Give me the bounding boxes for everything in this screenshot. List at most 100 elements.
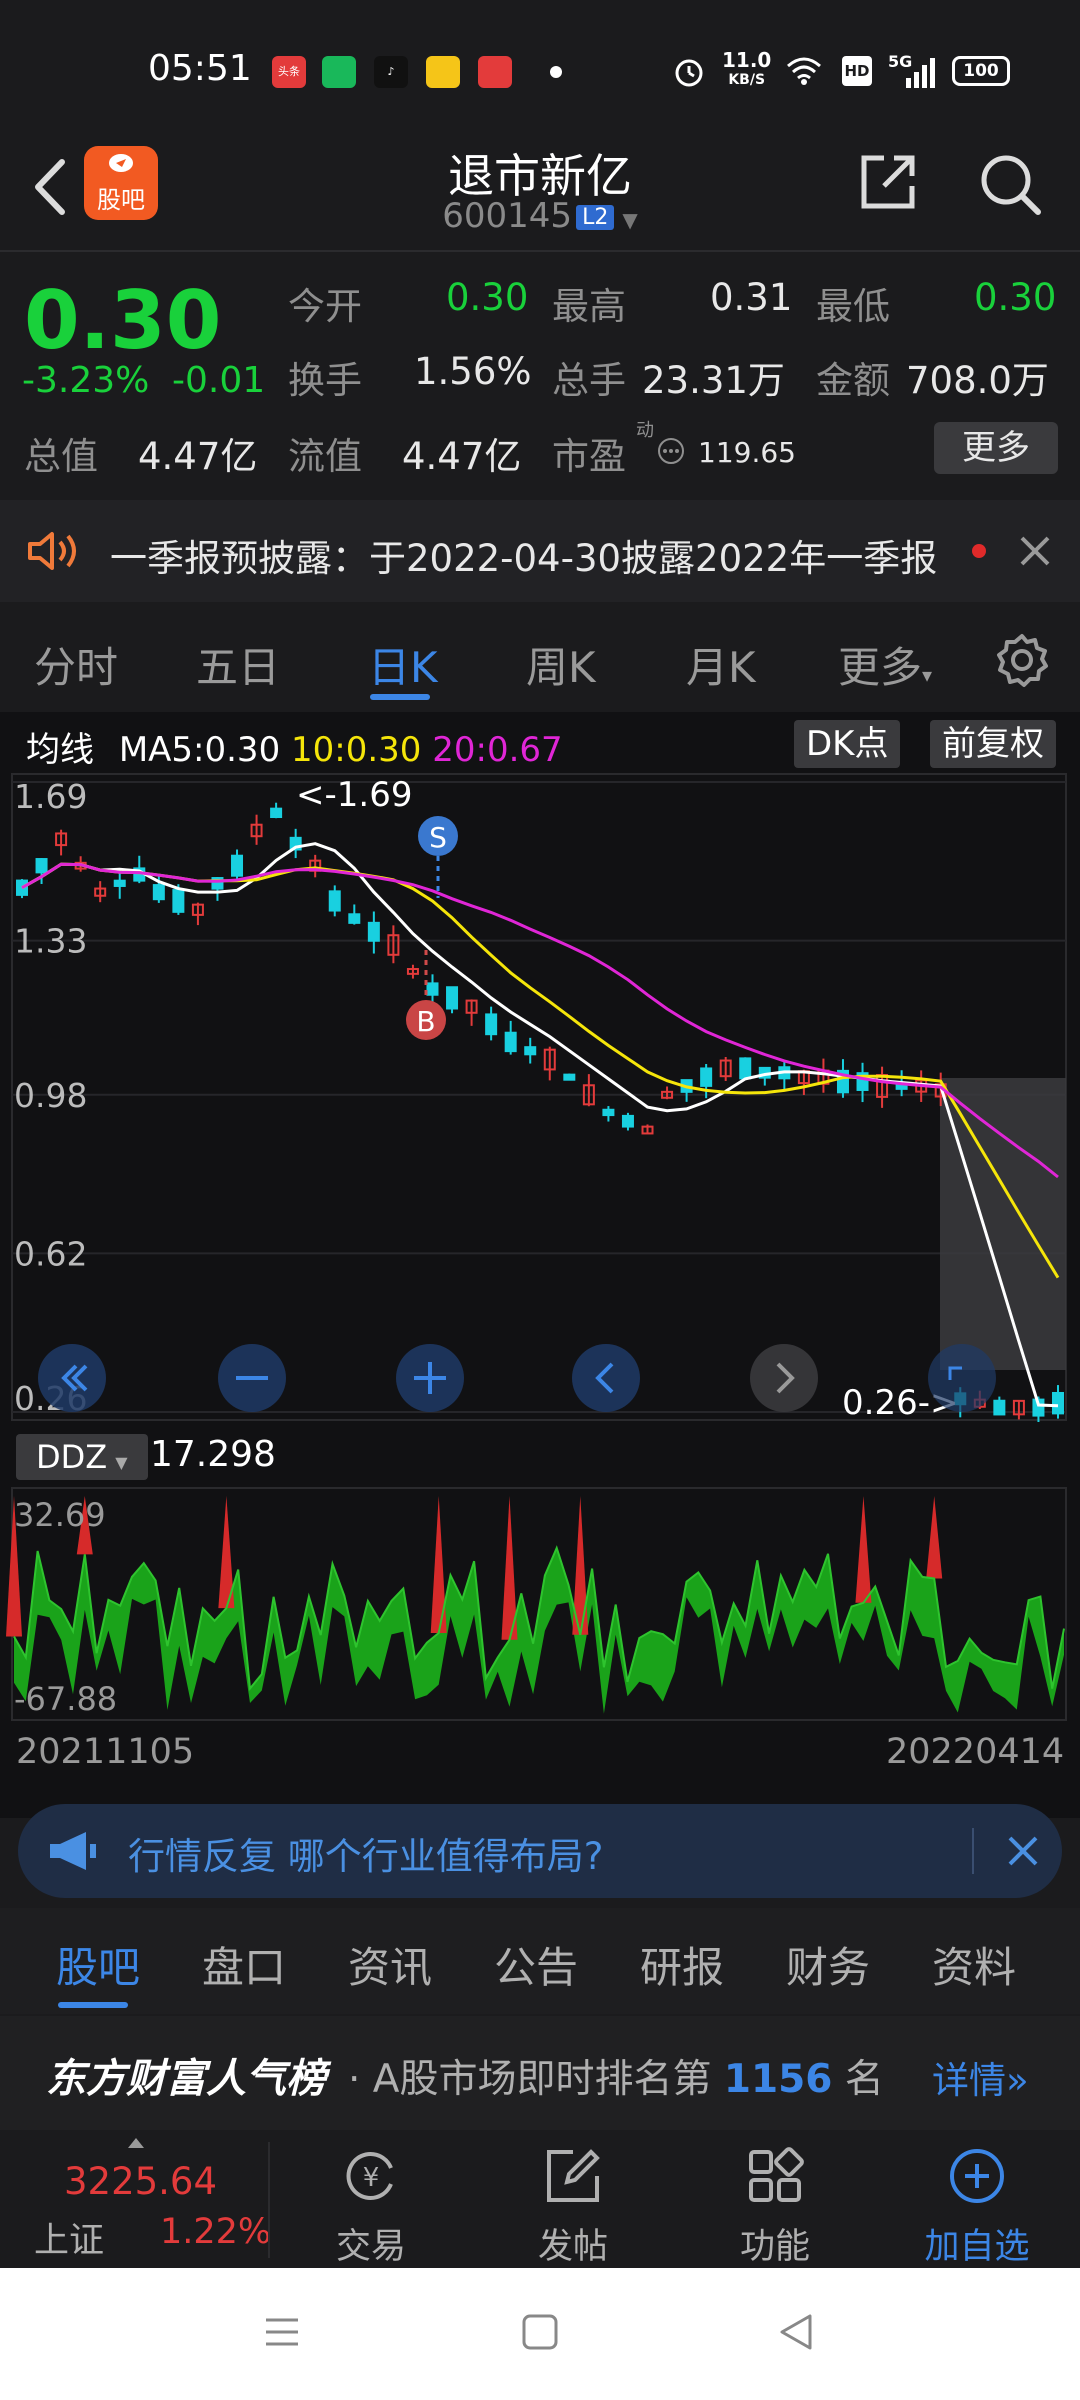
candle-body <box>524 1046 537 1056</box>
ma20-value: 20:0.67 <box>432 730 563 770</box>
tab-announcements[interactable]: 公告 <box>494 1934 578 1995</box>
candle-body <box>16 879 28 896</box>
tab-monthly-k[interactable]: 月K <box>686 634 756 695</box>
hd-badge: HD <box>842 56 872 86</box>
index-value[interactable]: 3225.64 <box>64 2160 217 2203</box>
close-icon[interactable] <box>1018 534 1052 568</box>
ddz-indicator-chart[interactable]: 32.69 -67.88 <box>0 1486 1080 1724</box>
candle-body <box>739 1057 752 1080</box>
back-icon[interactable] <box>776 2312 816 2352</box>
turnover-value: 1.56% <box>414 350 532 393</box>
rank-detail-label: 详情 <box>932 2059 1006 2102</box>
promo-banner[interactable]: 行情反复 哪个行业值得布局? <box>18 1804 1062 1898</box>
nav-functions[interactable]: 功能 <box>700 2146 850 2269</box>
scroll-left-button[interactable] <box>572 1344 640 1412</box>
wechat-app-icon <box>322 56 356 88</box>
status-bar: 05:51 头条 ♪ 11.0 KB/S HD 5G 100 <box>0 0 1080 140</box>
total-cap-label: 总值 <box>24 435 98 478</box>
index-change-percent: 1.22% <box>160 2212 272 2252</box>
tab-five-day[interactable]: 五日 <box>196 634 280 695</box>
amount-label: 金额 <box>816 359 890 402</box>
level2-badge: L2 <box>576 205 615 230</box>
candle-body <box>700 1067 713 1087</box>
amount-value: 708.0万 <box>906 359 1049 402</box>
y-tick-label: 0.62 <box>14 1234 87 1273</box>
speaker-icon <box>28 532 76 570</box>
candle-body <box>993 1399 1006 1416</box>
share-icon[interactable] <box>856 150 920 214</box>
trade-icon: ¥ <box>346 2152 393 2200</box>
ma-legend: 均线 MA5:0.30 10:0.30 20:0.67 <box>26 722 563 771</box>
fullscreen-button[interactable] <box>928 1344 996 1412</box>
indicator-value: 17.298 <box>150 1434 276 1475</box>
start-date: 20211105 <box>16 1732 195 1772</box>
rank-detail-link[interactable]: 详情» <box>932 2050 1029 2104</box>
menu-icon[interactable] <box>262 2312 302 2352</box>
tab-more[interactable]: 更多▾ <box>838 634 932 695</box>
tab-finance[interactable]: 财务 <box>786 1934 870 1995</box>
home-icon[interactable] <box>520 2312 560 2352</box>
last-price: 0.30 <box>24 274 222 367</box>
tiktok-app-icon: ♪ <box>374 56 408 88</box>
nav-divider <box>268 2142 270 2258</box>
stock-header: 股吧 退市新亿 600145 L2 ▼ <box>0 140 1080 250</box>
candle-body <box>231 854 244 877</box>
low-value: 0.30 <box>974 276 1057 319</box>
nav-post[interactable]: 发帖 <box>498 2146 648 2269</box>
tab-profile[interactable]: 资料 <box>932 1934 1016 1995</box>
pe-label: 市盈 <box>552 435 626 478</box>
add-circle-icon <box>950 2149 1004 2203</box>
gear-icon[interactable] <box>994 632 1050 688</box>
float-cap-label: 流值 <box>288 435 362 478</box>
rank-number: 1156 <box>723 2057 833 2102</box>
stock-code: 600145 <box>442 196 573 236</box>
alarm-icon <box>675 59 703 87</box>
tab-daily-k[interactable]: 日K <box>368 634 438 695</box>
tab-weekly-k[interactable]: 周K <box>526 634 596 695</box>
adjust-button[interactable]: 前复权 <box>930 720 1056 768</box>
notice-bar[interactable]: 一季报预披露：于2022-04-30披露2022年一季报 <box>0 500 1080 602</box>
scroll-right-button[interactable] <box>750 1344 818 1412</box>
nav-trade[interactable]: ¥ 交易 <box>296 2146 446 2269</box>
candle-body <box>35 858 48 874</box>
popularity-rank[interactable]: 东方财富人气榜 · A股市场即时排名第 1156 名 详情» <box>0 2016 1080 2130</box>
open-label: 今开 <box>288 285 362 328</box>
content-tabs: 股吧 盘口 资讯 公告 研报 财务 资料 <box>0 1908 1080 2014</box>
shopping-app-icon <box>478 56 512 88</box>
candle-body <box>328 890 341 912</box>
y-tick-label: 1.69 <box>14 777 87 816</box>
more-button[interactable]: 更多 <box>934 422 1058 474</box>
dk-point-button[interactable]: DK点 <box>794 720 901 768</box>
tab-guba[interactable]: 股吧 <box>56 1934 140 1995</box>
candle-body <box>504 1031 517 1053</box>
ma5-line <box>21 842 1059 1408</box>
candle-body <box>270 807 283 819</box>
search-icon[interactable] <box>976 150 1044 218</box>
caret-down-icon: ▼ <box>622 208 638 232</box>
buy-signal-label: B <box>416 1005 435 1038</box>
caret-up-icon <box>128 2138 144 2148</box>
double-chevron-right-icon: » <box>1006 2059 1029 2102</box>
battery-icon: 100 <box>952 56 1010 86</box>
indicator-selector[interactable]: DDZ ▼ <box>16 1434 148 1480</box>
kline-chart[interactable]: 1.691.330.980.620.26 S B <-1.69 0.26-> <box>0 772 1080 1422</box>
nav-add-watchlist[interactable]: 加自选 <box>902 2146 1052 2269</box>
volume-value: 23.31万 <box>642 359 785 402</box>
rank-brand: 东方财富人气榜 <box>46 2056 326 2102</box>
tab-research[interactable]: 研报 <box>640 1934 724 1995</box>
caret-down-icon: ▾ <box>922 663 933 687</box>
change-amount: -0.01 <box>172 360 266 401</box>
edit-icon <box>547 2149 600 2202</box>
indicator-bottom-tick: -67.88 <box>14 1680 117 1718</box>
open-value: 0.30 <box>446 276 529 319</box>
low-label: 最低 <box>816 285 890 328</box>
promo-text: 行情反复 哪个行业值得布局? <box>128 1835 604 1878</box>
pe-value: 119.65 <box>698 436 796 469</box>
tab-news[interactable]: 资讯 <box>348 1934 432 1995</box>
nav-add-watchlist-label: 加自选 <box>924 2227 1030 2267</box>
change-percent: -3.23% <box>22 360 150 401</box>
tab-order-book[interactable]: 盘口 <box>202 1934 286 1995</box>
tab-intraday[interactable]: 分时 <box>34 634 118 695</box>
close-icon[interactable] <box>1006 1834 1040 1868</box>
notice-text: 一季报预披露：于2022-04-30披露2022年一季报 <box>110 537 938 580</box>
